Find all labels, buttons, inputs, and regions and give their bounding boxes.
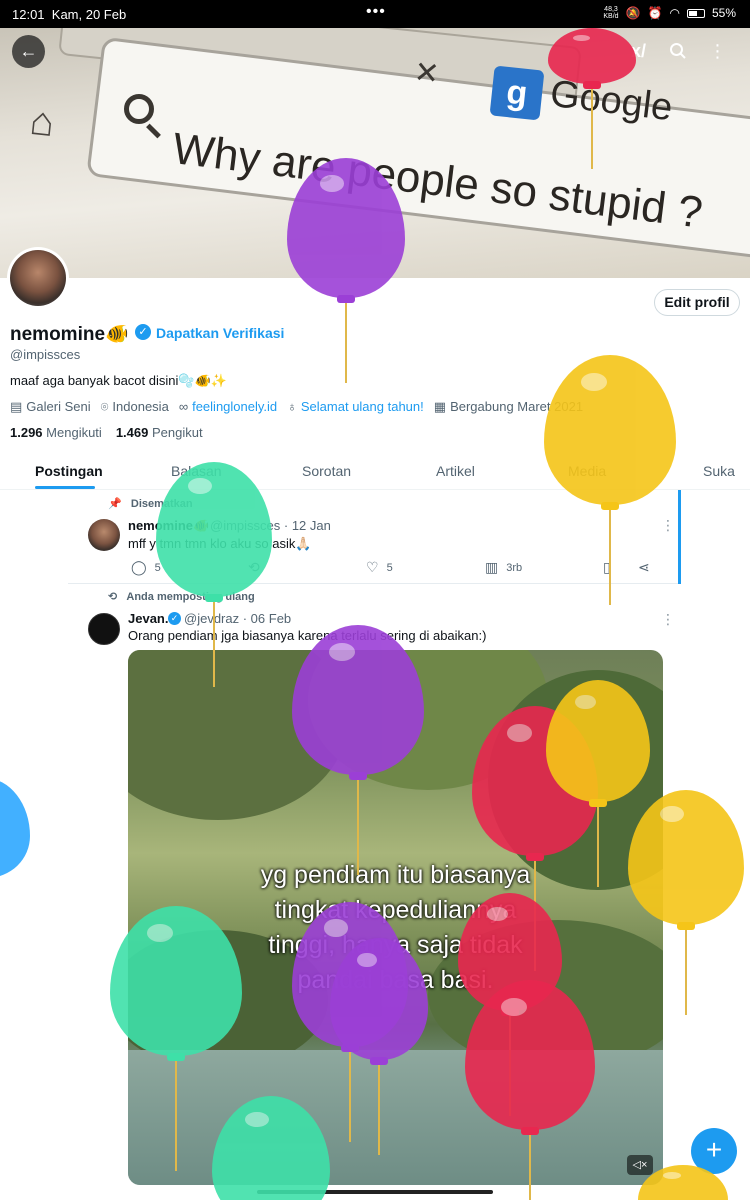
profile-meta: ▤ Galeri Seni ⌾ Indonesia ∞ feelinglonely.i… [10,399,583,415]
meta-website[interactable]: ∞ feelinglonely.id [179,399,277,415]
grok-icon: x/ [630,41,646,61]
gesture-bar [257,1190,493,1194]
tab-articles[interactable]: Artikel [436,463,475,479]
repost-icon: ⟲ [108,591,118,603]
avatar[interactable] [88,613,120,645]
tab-replies[interactable]: Balasan [171,463,222,479]
alarm-icon: ⏰ [647,6,663,20]
profile-bio: maaf aga banyak bacot disini🫧🐠✨ [10,373,227,388]
status-bar: 12:01 Kam, 20 Feb ••• 48,3 KB/d 🔕 ⏰ ◠ 55% [0,0,750,28]
net-speed: 48,3 KB/d [603,6,619,20]
reply-icon: ◯ [131,559,147,575]
avatar [10,250,66,306]
repost-button[interactable]: ⟲ [248,559,268,576]
media-water [128,1050,663,1185]
share-icon: ⋖ [638,559,650,575]
battery-percent: 55% [711,6,736,20]
mute-icon: 🔕 [625,6,641,20]
search-icon [669,43,686,59]
status-time: 12:01 Kam, 20 Feb [12,7,127,22]
battery-icon [686,8,705,18]
like-button[interactable]: ♡ 5 [366,559,393,576]
post-more-icon[interactable]: ⋮ [661,611,675,628]
display-name: nemomine🐠 [10,324,129,345]
follow-counts: 1.296 Mengikuti 1.469 Pengikut [10,425,203,440]
post-author-meta: @impissces · 12 Jan [210,518,331,533]
tab-highlights[interactable]: Sorotan [302,463,351,479]
heart-icon: ♡ [366,559,379,575]
grok-button[interactable]: x/ [622,35,655,68]
link-icon: ∞ [178,399,189,414]
views-icon: ▥ [485,559,499,575]
post-text: mff y tmn tmn klo aku so asik🙏🏻 [128,536,312,551]
banner-search-icon [124,94,154,124]
arrow-left-icon: ← [19,41,38,61]
balloon-icon: ♁ [287,399,297,414]
views-button[interactable]: ▥ 3rb [485,559,522,576]
media-caption: yg pendiam itu biasanya tingkat kepeduli… [260,861,531,994]
get-verified-link[interactable]: Dapatkan Verifikasi [156,325,284,341]
profile-tabs: Postingan Balasan Sorotan Artikel Media … [0,454,750,490]
verified-badge-icon: ✓ [135,324,151,340]
following-link[interactable]: 1.296 Mengikuti [10,425,102,440]
location-icon: ⌾ [100,399,109,414]
profile-banner[interactable]: ⌂ ✕ g Google Why are people so stupid ? … [0,28,750,278]
repost-icon: ⟲ [248,559,260,575]
balloon-icon [0,778,30,888]
banner-close-icon: ✕ [412,55,441,92]
reply-button[interactable]: ◯ 5 [131,559,161,576]
active-tab-indicator [35,486,95,489]
profile-handle: @impissces [10,347,81,362]
meta-birthday[interactable]: ♁ Selamat ulang tahun! [287,399,424,415]
edit-profile-button[interactable]: Edit profil [654,289,740,316]
tab-posts[interactable]: Postingan [35,463,103,479]
status-dots-icon: ••• [366,3,386,20]
repost-context: ⟲ Anda memposting ulang [108,591,255,603]
post-author-name[interactable]: nemomine🐠 [128,518,209,534]
search-button[interactable] [661,35,694,68]
more-vertical-icon: ⋮ [708,41,727,61]
status-right: 48,3 KB/d 🔕 ⏰ ◠ 55% [603,6,736,20]
bookmark-icon: ▯ [603,559,611,575]
calendar-icon: ▦ [433,399,447,414]
more-button[interactable]: ⋮ [701,35,734,68]
pinned-highlight-bar [678,490,681,584]
profile-avatar[interactable] [7,247,69,309]
banner-home-icon: ⌂ [27,98,57,146]
post-more-icon[interactable]: ⋮ [661,517,675,534]
post-author-meta: @jevdraz · 06 Feb [184,611,292,626]
tab-likes[interactable]: Suka [703,463,735,479]
post-author-name[interactable]: Jevan. [128,611,168,626]
meta-location: ⌾ Indonesia [100,399,169,414]
post-divider [68,583,678,584]
speaker-muted-icon: ◁× [632,1159,648,1171]
avatar[interactable] [88,519,120,551]
back-button[interactable]: ← [12,35,45,68]
verified-badge-icon: ✓ [168,612,181,625]
tab-media[interactable]: Media [568,463,606,479]
meta-category: ▤ Galeri Seni [10,399,91,414]
bookmark-button[interactable]: ▯ [603,559,611,576]
banner-google-badge: g [489,65,545,121]
wifi-icon: ◠ [669,6,680,20]
post-text: Orang pendiam jga biasanya karena terlal… [128,628,487,643]
mute-toggle-button[interactable]: ◁× [627,1155,653,1175]
pin-icon: 📌 [108,498,122,510]
post-media-video[interactable]: yg pendiam itu biasanya tingkat kepeduli… [128,650,663,1185]
post-actions: ◯ 5 ⟲ ♡ 5 ▥ 3rb ▯ ⋖ [128,559,658,577]
briefcase-icon: ▤ [10,399,23,414]
pinned-context: 📌 Disematkan [108,498,193,510]
meta-joined: ▦ Bergabung Maret 2021 [433,399,584,414]
compose-button[interactable]: + [691,1128,737,1174]
share-button[interactable]: ⋖ [638,559,650,576]
followers-link[interactable]: 1.469 Pengikut [116,425,203,440]
